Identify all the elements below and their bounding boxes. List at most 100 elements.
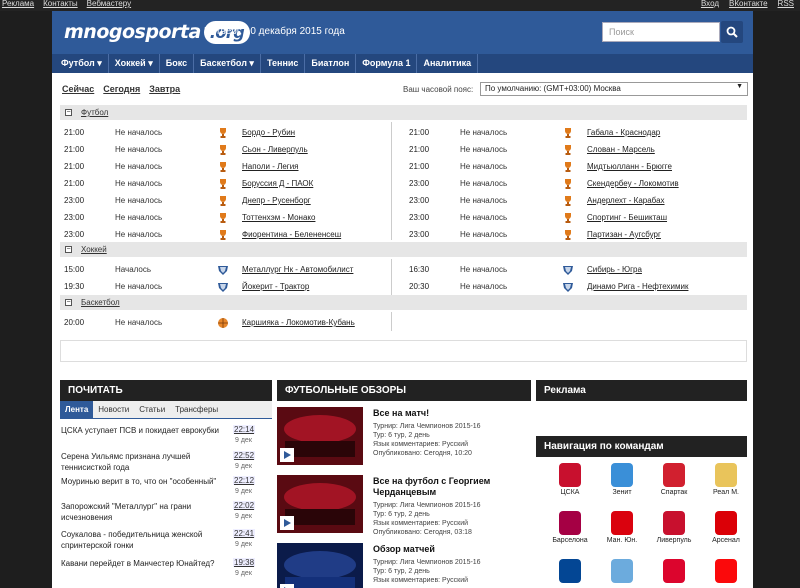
- match-link[interactable]: Металлург Нк - Автомобилист: [242, 265, 353, 274]
- teams-nav-title: Навигация по командам: [536, 436, 747, 457]
- team-link[interactable]: [600, 559, 644, 585]
- rss-link[interactable]: RSS: [778, 0, 794, 8]
- team-name: ЦСКА: [560, 489, 580, 496]
- tab-transfers[interactable]: Трансферы: [170, 401, 223, 419]
- play-icon[interactable]: [280, 584, 294, 588]
- review-title[interactable]: Все на футбол с Георгием Черданцевым: [373, 476, 531, 498]
- sport-header[interactable]: − Баскетбол: [60, 295, 747, 310]
- login-link[interactable]: Вход: [701, 0, 719, 8]
- nav-basketball[interactable]: Баскетбол ▾: [194, 54, 261, 73]
- review-tournament: Турнир: Лига Чемпионов 2015-16: [373, 559, 481, 566]
- match-link[interactable]: Бордо - Рубин: [242, 128, 295, 137]
- tab-articles[interactable]: Статьи: [134, 401, 170, 419]
- nav-biathlon[interactable]: Биатлон: [305, 54, 357, 73]
- nav-analytics[interactable]: Аналитика: [417, 54, 479, 73]
- news-date: 9 дек: [235, 463, 252, 470]
- sport-header[interactable]: − Хоккей: [60, 242, 747, 257]
- match-link[interactable]: Тоттенхэм - Монако: [242, 213, 315, 222]
- match-link[interactable]: Днепр - Русенборг: [242, 196, 311, 205]
- match-link[interactable]: Динамо Рига - Нефтехимик: [587, 282, 688, 291]
- play-icon[interactable]: [280, 516, 294, 530]
- match-link[interactable]: Наполи - Легия: [242, 162, 299, 171]
- play-icon[interactable]: [280, 448, 294, 462]
- top-bar: Реклама Контакты Вебмастеру Вход ВКонтак…: [0, 0, 800, 11]
- top-link-contacts[interactable]: Контакты: [43, 0, 78, 8]
- news-title[interactable]: Кавани перейдет в Манчестер Юнайтед?: [61, 558, 233, 569]
- match-status: Не началось: [460, 179, 508, 188]
- match-link[interactable]: Спортинг - Бешикташ: [587, 213, 667, 222]
- nav-tennis[interactable]: Теннис: [261, 54, 306, 73]
- match-link[interactable]: Сьон - Ливерпуль: [242, 145, 308, 154]
- timezone-select[interactable]: По умолчанию: (GMT+03:00) Москва ▼: [480, 82, 748, 96]
- nav-hockey[interactable]: Хоккей ▾: [109, 54, 160, 73]
- match-time: 21:00: [409, 128, 430, 137]
- reviews-panel-title: ФУТБОЛЬНЫЕ ОБЗОРЫ: [277, 380, 531, 401]
- match-time: 23:00: [64, 213, 85, 222]
- team-link[interactable]: Зенит: [600, 463, 644, 496]
- team-link[interactable]: [548, 559, 592, 585]
- team-crest-icon: [559, 463, 581, 487]
- news-title[interactable]: Запорожский "Металлург" на грани исчезно…: [61, 501, 233, 523]
- team-crest-icon: [611, 463, 633, 487]
- news-title[interactable]: Серена Уильямс признана лучшей теннисист…: [61, 451, 233, 473]
- match-status: Не началось: [460, 265, 508, 274]
- read-tabs: Лента Новости Статьи Трансферы: [60, 400, 272, 419]
- team-link[interactable]: [704, 559, 748, 585]
- tab-feed[interactable]: Лента: [60, 400, 94, 419]
- collapse-icon[interactable]: −: [65, 109, 72, 116]
- football-tournament-icon: [562, 161, 574, 173]
- tab-news[interactable]: Новости: [93, 401, 134, 419]
- nav-football[interactable]: Футбол ▾: [55, 54, 109, 73]
- team-link[interactable]: Спартак: [652, 463, 696, 496]
- tab-now[interactable]: Сейчас: [62, 84, 94, 94]
- team-link[interactable]: Ливерпуль: [652, 511, 696, 544]
- tab-today[interactable]: Сегодня: [103, 84, 140, 94]
- review-thumbnail[interactable]: [277, 543, 363, 588]
- match-row: 23:00 Не началось Андерлехт - Карабах: [407, 192, 747, 209]
- match-link[interactable]: Слован - Марсель: [587, 145, 655, 154]
- match-link[interactable]: Фиорентина - Белененсеш: [242, 230, 341, 239]
- match-link[interactable]: Йокерит - Трактор: [242, 282, 309, 291]
- match-link[interactable]: Боруссия Д - ПАОК: [242, 179, 313, 188]
- sport-header[interactable]: − Футбол: [60, 105, 747, 120]
- news-title[interactable]: Моуринью верит в то, что он "особенный": [61, 476, 233, 487]
- top-link-ads[interactable]: Реклама: [2, 0, 34, 8]
- match-link[interactable]: Скендербеу - Локомотив: [587, 179, 679, 188]
- match-link[interactable]: Габала - Краснодар: [587, 128, 660, 137]
- news-title[interactable]: Соукалова - победительница женской сприн…: [61, 529, 233, 551]
- review-item: Все на матч! Турнир: Лига Чемпионов 2015-…: [277, 407, 531, 465]
- team-crest-icon: [663, 511, 685, 535]
- team-link[interactable]: [652, 559, 696, 585]
- match-time: 21:00: [64, 128, 85, 137]
- team-link[interactable]: Реал М.: [704, 463, 748, 496]
- news-title[interactable]: ЦСКА уступает ПСВ и покидает еврокубки: [61, 425, 233, 436]
- match-status: Не началось: [460, 282, 508, 291]
- review-title[interactable]: Все на матч!: [373, 408, 531, 419]
- match-status: Не началось: [115, 128, 163, 137]
- team-link[interactable]: ЦСКА: [548, 463, 592, 496]
- match-link[interactable]: Андерлехт - Карабах: [587, 196, 665, 205]
- news-time: 22:12: [233, 476, 256, 485]
- review-thumbnail[interactable]: [277, 407, 363, 465]
- match-status: Не началось: [460, 128, 508, 137]
- nav-boxing[interactable]: Бокс: [160, 54, 195, 73]
- review-title[interactable]: Обзор матчей: [373, 544, 531, 555]
- nav-formula1[interactable]: Формула 1: [356, 54, 418, 73]
- search-button[interactable]: [721, 21, 743, 43]
- team-link[interactable]: Барселона: [548, 511, 592, 544]
- match-link[interactable]: Каршияка - Локомотив-Кубань: [242, 318, 355, 327]
- search-input[interactable]: Поиск: [602, 22, 720, 42]
- collapse-icon[interactable]: −: [65, 299, 72, 306]
- match-row: 23:00 Не началось Партизан - Аугсбург: [407, 226, 747, 243]
- team-link[interactable]: Арсенал: [704, 511, 748, 544]
- collapse-icon[interactable]: −: [65, 246, 72, 253]
- vk-link[interactable]: ВКонтакте: [729, 0, 768, 8]
- review-thumbnail[interactable]: [277, 475, 363, 533]
- tab-tomorrow[interactable]: Завтра: [149, 84, 180, 94]
- match-link[interactable]: Партизан - Аугсбург: [587, 230, 661, 239]
- match-link[interactable]: Сибирь - Югра: [587, 265, 642, 274]
- team-link[interactable]: Ман. Юн.: [600, 511, 644, 544]
- top-link-webmaster[interactable]: Вебмастеру: [87, 0, 131, 8]
- day-tabs: Сейчас Сегодня Завтра: [62, 84, 180, 94]
- match-link[interactable]: Мидтьюлланн - Брюгге: [587, 162, 672, 171]
